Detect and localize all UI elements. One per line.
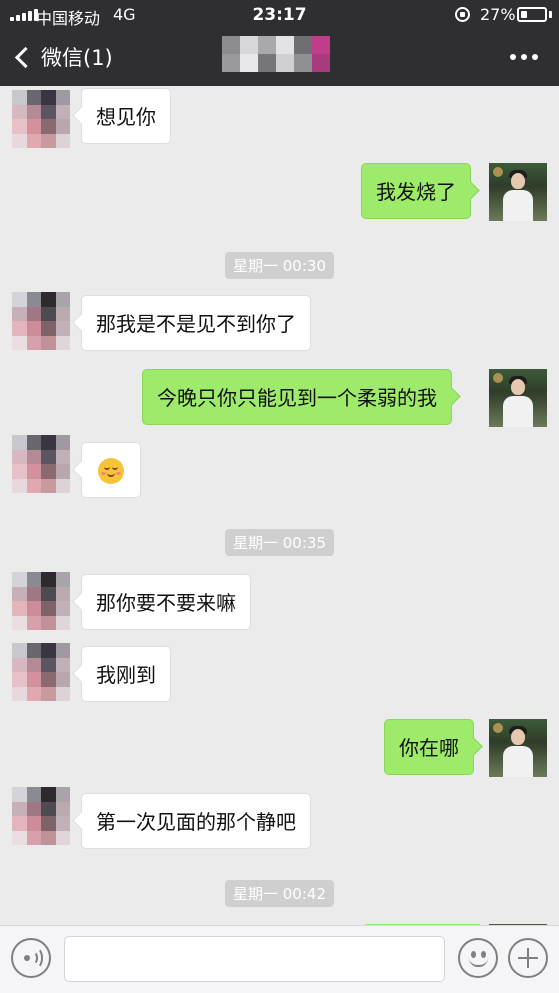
plus-icon[interactable] [508, 938, 548, 978]
incoming-bubble[interactable]: 那你要不要来嘛 [81, 574, 251, 630]
battery-fill [521, 11, 527, 18]
contact-avatar[interactable] [12, 787, 70, 845]
contact-avatar[interactable] [12, 643, 70, 701]
smiling-face-emoji-icon [98, 457, 124, 484]
my-avatar[interactable] [489, 369, 547, 427]
chevron-left-icon [14, 46, 37, 68]
input-bar [0, 925, 559, 993]
contact-avatar-mosaic [12, 787, 70, 845]
orientation-lock-icon [455, 7, 470, 22]
top-header: 中国移动 4G 23:17 27% 微信(1) [0, 0, 559, 86]
battery-percent: 27% [480, 5, 516, 24]
battery-icon [517, 7, 547, 22]
outgoing-bubble[interactable]: 今晚只你只能见到一个柔弱的我 [142, 369, 452, 425]
user-photo [489, 369, 547, 427]
more-dots-icon[interactable] [510, 54, 538, 60]
user-photo [489, 719, 547, 777]
emoji-icon[interactable] [458, 938, 498, 978]
incoming-bubble[interactable]: 那我是不是见不到你了 [81, 295, 311, 351]
back-label: 微信(1) [41, 46, 113, 70]
incoming-bubble[interactable]: 第一次见面的那个静吧 [81, 793, 311, 849]
contact-avatar-mosaic [12, 572, 70, 630]
battery-tip [549, 11, 552, 18]
user-photo [489, 163, 547, 221]
my-avatar[interactable] [489, 719, 547, 777]
status-bar: 中国移动 4G 23:17 27% [0, 0, 559, 30]
outgoing-bubble[interactable]: 你在哪 [384, 719, 474, 775]
incoming-bubble[interactable]: 我刚到 [81, 646, 171, 702]
contact-avatar[interactable] [12, 435, 70, 493]
contact-avatar-mosaic [12, 90, 70, 148]
outgoing-bubble[interactable]: 我发烧了 [361, 163, 471, 219]
contact-avatar-mosaic [12, 292, 70, 350]
contact-avatar[interactable] [12, 90, 70, 148]
chat-area[interactable]: 想见你 我发烧了 星期一 00:30 那我是不是见不到你了 今晚只你只能见到一个… [0, 86, 559, 925]
incoming-bubble[interactable]: 想见你 [81, 88, 171, 144]
navigation-bar: 微信(1) [0, 30, 559, 86]
wechat-chat-screen: 中国移动 4G 23:17 27% 微信(1) 想见你 我发烧了 星期一 00:… [0, 0, 559, 993]
incoming-bubble[interactable] [81, 442, 141, 498]
voice-icon[interactable] [11, 938, 51, 978]
back-button[interactable]: 微信(1) [12, 42, 113, 72]
timestamp: 星期一 00:30 [0, 252, 559, 279]
timestamp: 星期一 00:42 [0, 880, 559, 907]
contact-avatar[interactable] [12, 572, 70, 630]
contact-name-pixelated[interactable] [222, 36, 330, 72]
message-input[interactable] [64, 936, 445, 982]
timestamp-label: 星期一 00:35 [225, 529, 334, 556]
contact-avatar-mosaic [12, 643, 70, 701]
timestamp-label: 星期一 00:42 [225, 880, 334, 907]
status-time: 23:17 [252, 5, 307, 25]
timestamp-label: 星期一 00:30 [225, 252, 334, 279]
contact-avatar[interactable] [12, 292, 70, 350]
my-avatar[interactable] [489, 163, 547, 221]
timestamp: 星期一 00:35 [0, 529, 559, 556]
contact-avatar-mosaic [12, 435, 70, 493]
